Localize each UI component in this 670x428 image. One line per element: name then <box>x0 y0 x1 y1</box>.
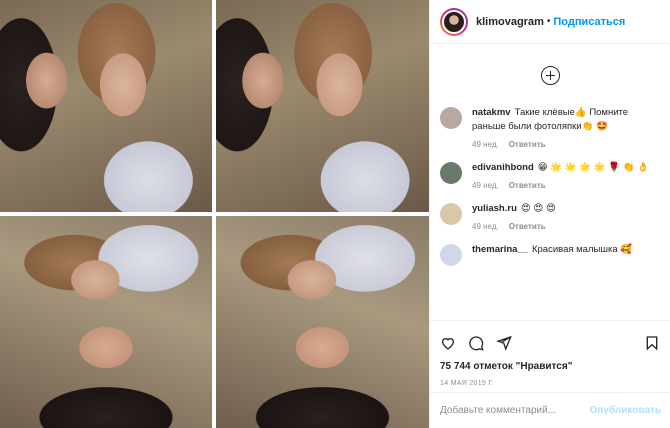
commenter-avatar[interactable] <box>440 162 462 184</box>
bookmark-icon[interactable] <box>644 335 660 351</box>
plus-circle-icon[interactable] <box>540 65 560 85</box>
comment-age[interactable]: 49 нед. <box>472 181 499 190</box>
photo-quadrant-top-left <box>0 0 212 212</box>
publish-button[interactable]: Опубликовать <box>590 405 661 416</box>
add-comment-bar: Опубликовать <box>430 392 670 428</box>
commenter-avatar[interactable] <box>440 203 462 225</box>
heart-icon[interactable] <box>440 335 456 351</box>
reply-button[interactable]: Ответить <box>509 140 546 149</box>
header-separator: • <box>546 16 551 27</box>
comment-icon[interactable] <box>468 335 484 351</box>
follow-button[interactable]: Подписаться <box>553 16 625 28</box>
post-photo[interactable] <box>0 0 429 428</box>
author-username[interactable]: klimovagram <box>476 16 544 28</box>
likes-count[interactable]: 75 744 отметок "Нравится" <box>440 361 660 372</box>
collage-divider-horizontal <box>0 212 429 216</box>
comment-item: natakmv Такие клёвые👍 Помните раньше были… <box>440 106 660 149</box>
commenter-username[interactable]: natakmv <box>472 107 511 118</box>
comment-item: themarina__ Красивая малышка 🥰 <box>440 243 660 266</box>
commenter-username[interactable]: edivanihbond <box>472 162 534 173</box>
commenter-username[interactable]: themarina__ <box>472 244 528 255</box>
commenter-avatar[interactable] <box>440 244 462 266</box>
photo-quadrant-top-right <box>216 0 429 212</box>
post-side-panel: klimovagram • Подписаться natakmv Такие к… <box>429 0 670 428</box>
photo-quadrant-bottom-left <box>0 216 212 428</box>
post-header: klimovagram • Подписаться <box>430 0 670 44</box>
author-avatar[interactable] <box>440 7 468 36</box>
comment-text: Красивая малышка 🥰 <box>531 244 633 255</box>
commenter-username[interactable]: yuliash.ru <box>472 203 517 214</box>
comment-text: 😁 🌟 🌟 🌟 🌟 🌹 👏 👌 <box>537 162 649 173</box>
photo-quadrant-bottom-right <box>216 216 429 428</box>
commenter-avatar[interactable] <box>440 107 462 129</box>
comment-age[interactable]: 49 нед. <box>472 222 499 231</box>
load-more-comments <box>440 44 660 106</box>
comment-item: yuliash.ru 😍 😍 😍 49 нед. Ответить <box>440 202 660 231</box>
comment-age[interactable]: 49 нед. <box>472 140 499 149</box>
comment-text: 😍 😍 😍 <box>520 203 556 214</box>
comment-item: edivanihbond 😁 🌟 🌟 🌟 🌟 🌹 👏 👌 49 нед. Ответ… <box>440 161 660 190</box>
reply-button[interactable]: Ответить <box>509 222 546 231</box>
share-icon[interactable] <box>496 335 512 351</box>
reply-button[interactable]: Ответить <box>509 181 546 190</box>
comment-input[interactable] <box>440 405 590 416</box>
action-icons <box>440 329 660 357</box>
comments-list[interactable]: natakmv Такие клёвые👍 Помните раньше были… <box>430 44 670 320</box>
post-date[interactable]: 14 МАЯ 2019 Г. <box>440 380 660 387</box>
